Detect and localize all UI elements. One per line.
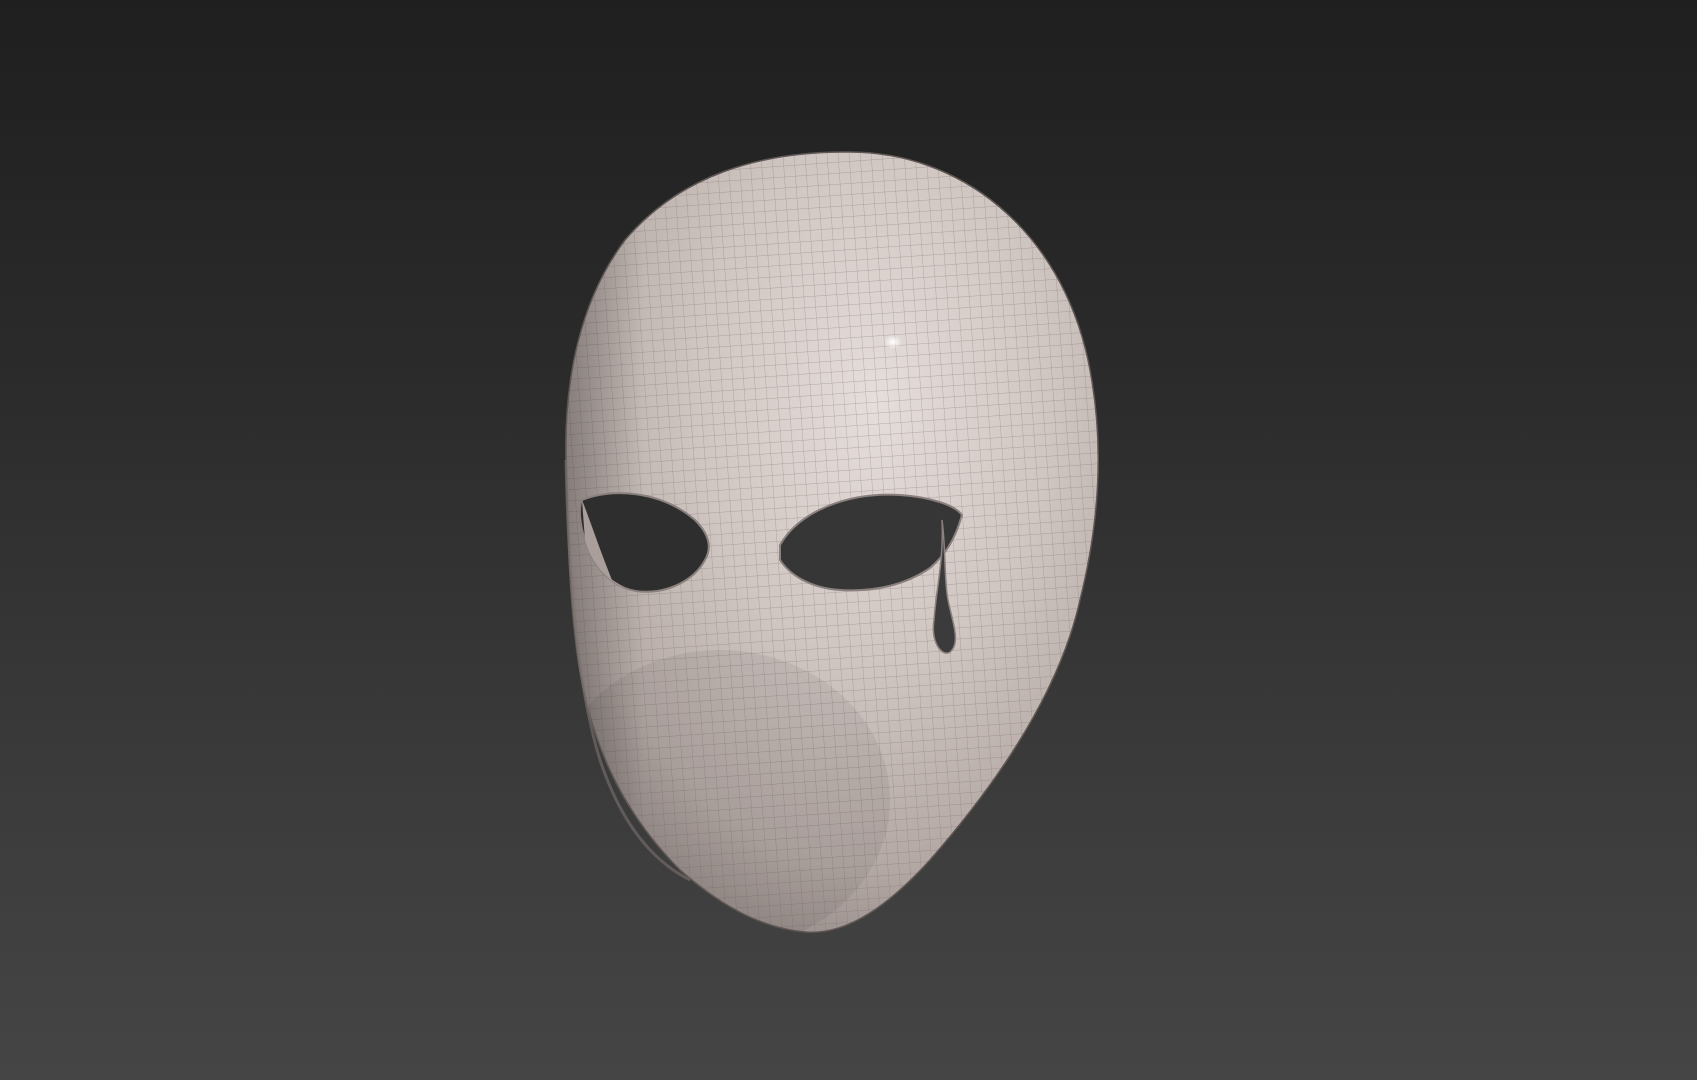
specular-highlight [884, 335, 902, 349]
3d-viewport[interactable] [0, 0, 1697, 1080]
viewport-scene[interactable] [0, 0, 1697, 1080]
